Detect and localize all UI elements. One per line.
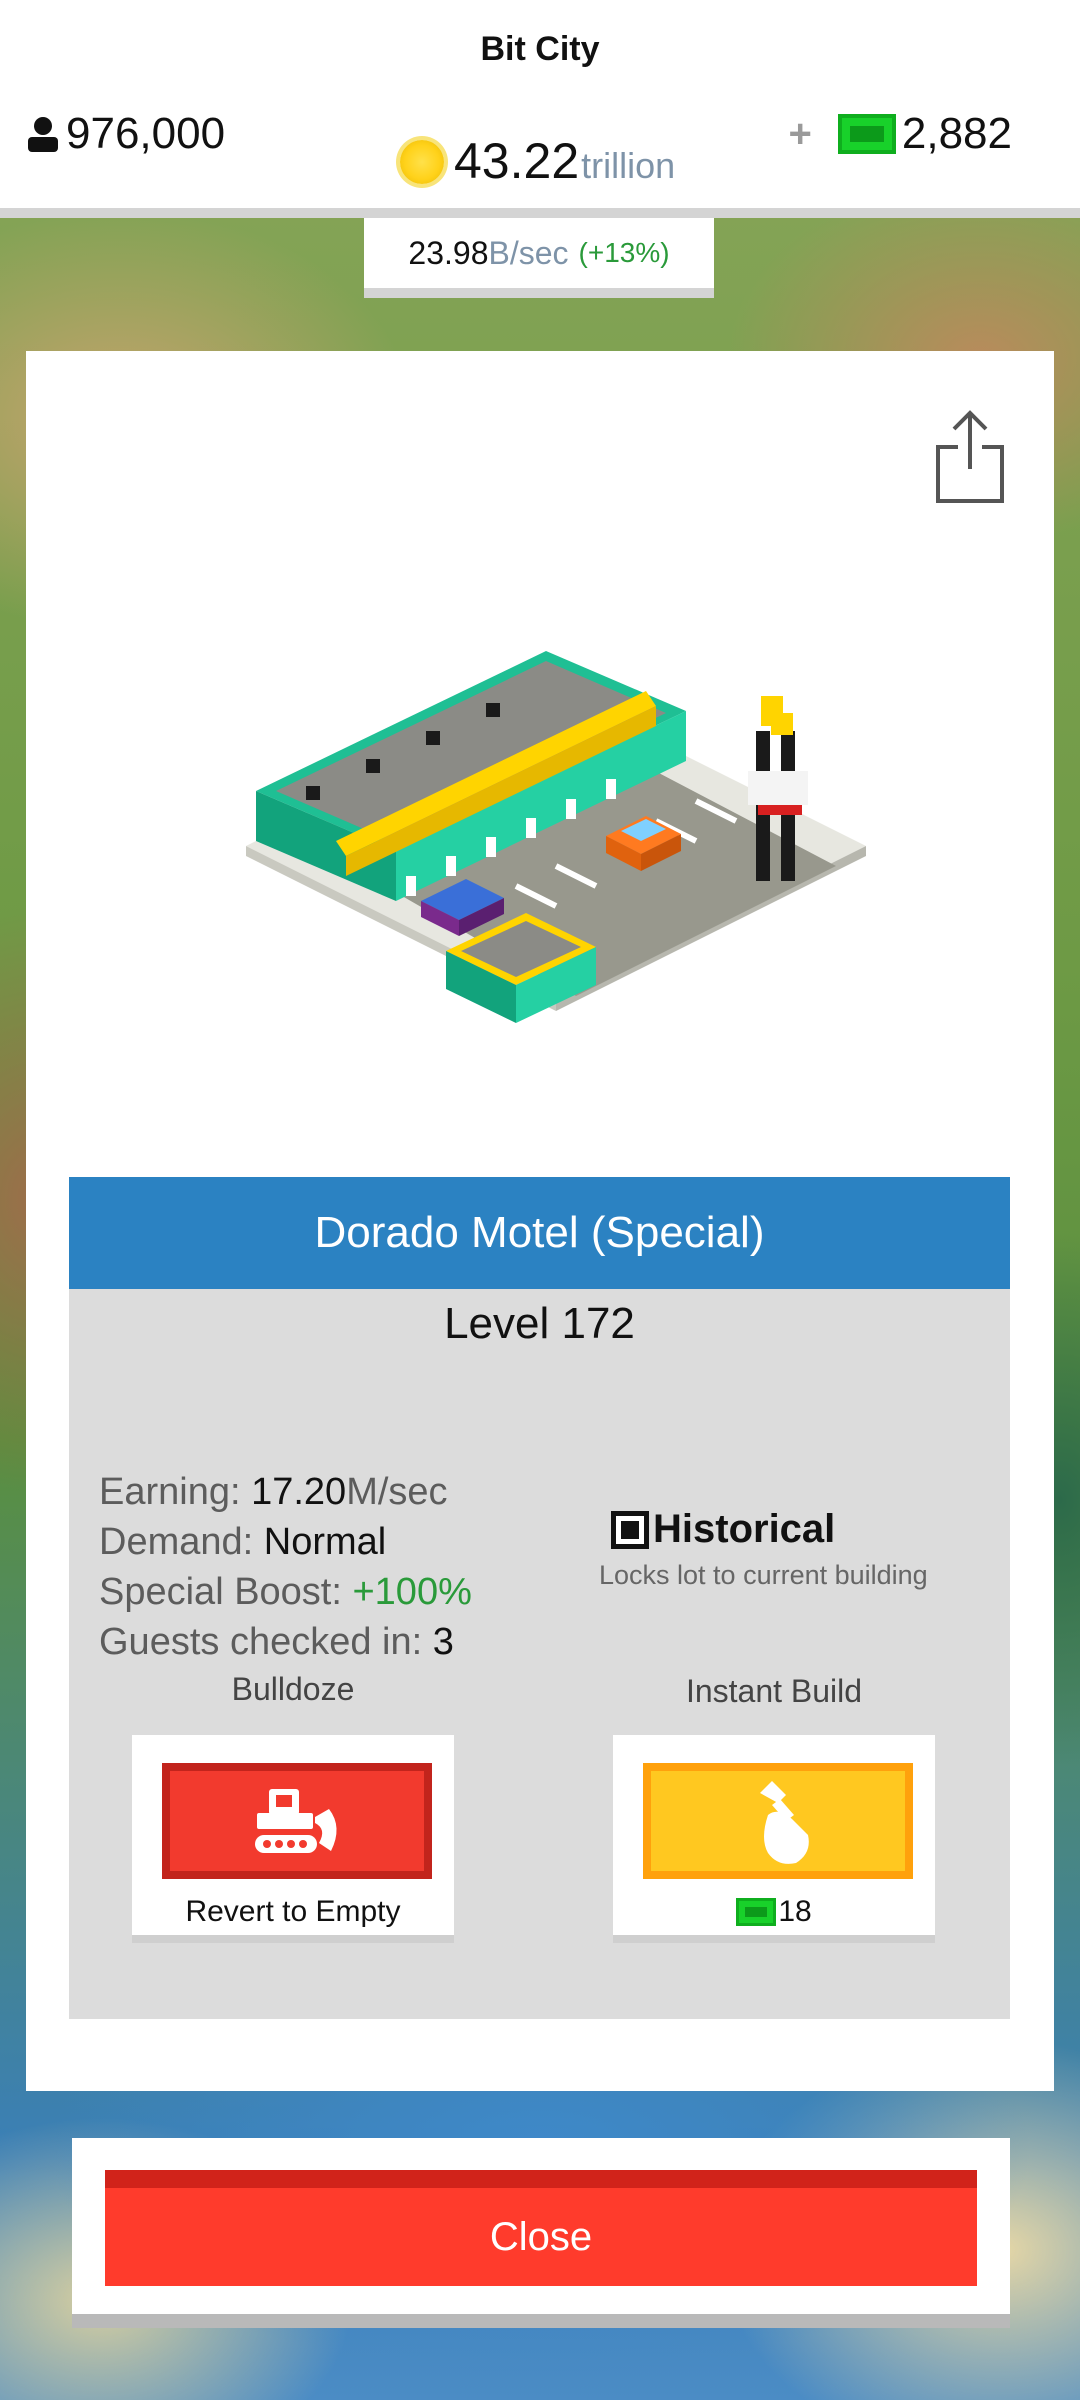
historical-description: Locks lot to current building — [599, 1560, 928, 1590]
instant-build-card[interactable]: 18 — [613, 1735, 935, 1943]
stat-label: Guests checked in: — [99, 1621, 433, 1663]
building-info-panel: Dorado Motel (Special) Level 172 Earning… — [69, 1177, 1010, 2019]
stat-guests: Guests checked in: 3 — [99, 1617, 472, 1667]
stat-label: Earning: — [99, 1471, 252, 1513]
building-detail-card: Dorado Motel (Special) Level 172 Earning… — [26, 351, 1054, 2091]
plus-icon[interactable]: + — [789, 112, 812, 157]
stat-label: Special Boost: — [99, 1571, 353, 1613]
stat-value: 17.20 — [251, 1471, 347, 1513]
rate-unit: B/sec — [488, 234, 569, 271]
population-counter: 976,000 — [26, 108, 225, 160]
stat-value: Normal — [263, 1521, 387, 1563]
coin-icon — [400, 140, 444, 184]
stat-unit: M/sec — [346, 1471, 448, 1513]
share-icon[interactable] — [934, 407, 1006, 505]
bill-icon — [837, 114, 896, 154]
instant-build-button[interactable] — [643, 1763, 913, 1879]
motel-building-illustration — [246, 651, 866, 1023]
instant-build-cost-value: 18 — [778, 1895, 812, 1928]
stat-label: Demand: — [99, 1521, 264, 1563]
stat-special-boost: Special Boost: +100% — [99, 1567, 472, 1617]
bulldoze-button[interactable] — [162, 1763, 432, 1879]
money-value: 43.22 — [454, 133, 580, 189]
population-value: 976,000 — [66, 109, 226, 158]
building-stats: Earning: 17.20M/sec Demand: Normal Speci… — [99, 1467, 472, 1667]
rate-boost: (+13%) — [578, 237, 670, 268]
stat-earning: Earning: 17.20M/sec — [99, 1467, 472, 1517]
bulldoze-caption: Revert to Empty — [185, 1895, 401, 1928]
person-icon — [28, 117, 58, 152]
stat-value: 3 — [432, 1621, 454, 1663]
bill-icon — [736, 1898, 777, 1926]
checkbox-checked-icon[interactable] — [611, 1510, 649, 1549]
app-title: Bit City — [480, 30, 600, 68]
income-rate-tab: 23.98 B/sec (+13%) — [364, 218, 714, 298]
money-unit: trillion — [581, 145, 676, 186]
cash-counter[interactable]: + 2,882 — [789, 108, 1012, 160]
top-bar: Bit City 976,000 43.22 trillion + 2,882 — [0, 0, 1080, 218]
bulldozer-icon — [255, 1789, 337, 1853]
instant-build-cost: 18 — [613, 1895, 935, 1929]
rate-value: 23.98 — [408, 234, 489, 271]
stat-value: +100% — [352, 1571, 472, 1613]
instant-build-title: Instant Build — [685, 1673, 863, 1709]
hammer-icon — [760, 1781, 809, 1864]
historical-label: Historical — [653, 1507, 836, 1551]
building-level: Level 172 — [444, 1299, 635, 1348]
cash-value: 2,882 — [901, 109, 1012, 158]
historical-row[interactable]: Historical — [599, 1507, 939, 1552]
money-counter: 43.22 trillion — [400, 132, 675, 192]
stat-demand: Demand: Normal — [99, 1517, 472, 1567]
bulldoze-card[interactable]: Revert to Empty — [132, 1735, 454, 1943]
building-name: Dorado Motel (Special) — [69, 1177, 1010, 1289]
historical-toggle[interactable]: Historical Locks lot to current building — [599, 1507, 939, 1591]
close-button[interactable]: Close — [105, 2170, 977, 2286]
bulldoze-title: Bulldoze — [231, 1671, 355, 1707]
close-button-container: Close — [72, 2138, 1010, 2328]
